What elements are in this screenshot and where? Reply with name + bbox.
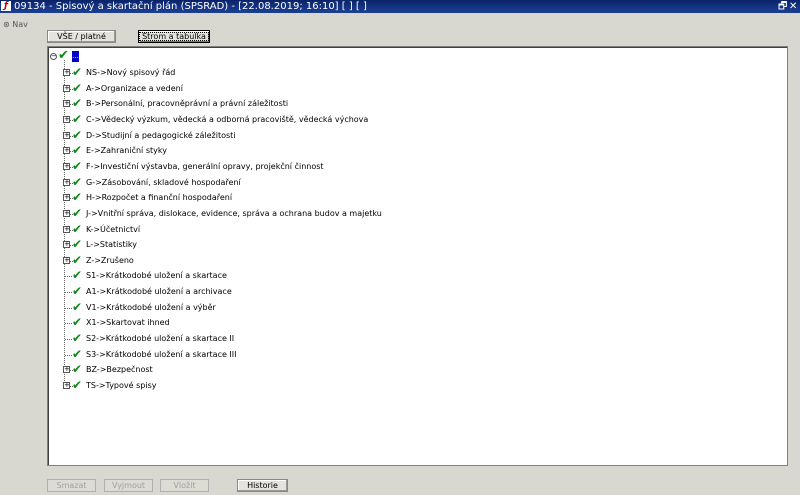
expand-icon[interactable]: +: [63, 147, 70, 155]
nav-label: Nav: [12, 20, 28, 29]
tree-branch-line: [65, 323, 72, 325]
checkmark-icon: ✔: [72, 127, 83, 142]
checkmark-icon: ✔: [72, 299, 83, 314]
paste-label: Vložit: [173, 481, 196, 490]
tree-branch-line: [65, 339, 72, 341]
delete-button[interactable]: Smazat: [47, 479, 96, 492]
checkmark-icon: ✔: [72, 284, 83, 299]
history-label: Historie: [247, 481, 278, 490]
all-valid-label: VŠE / platné: [57, 32, 106, 41]
checkmark-icon: ✔: [72, 96, 83, 111]
expand-icon[interactable]: +: [63, 225, 70, 233]
expand-icon[interactable]: +: [63, 131, 70, 139]
tree-node-label[interactable]: G->Zásobování, skladové hospodaření: [86, 177, 241, 189]
collapse-icon[interactable]: −: [50, 53, 57, 60]
tree-table-toggle-button[interactable]: Strom a tabulka: [138, 30, 210, 43]
tree-branch-line: [65, 276, 72, 278]
expand-icon[interactable]: +: [63, 366, 70, 374]
tree-node-label[interactable]: L->Statistiky: [86, 239, 137, 251]
history-button[interactable]: Historie: [237, 479, 288, 492]
tree-node-label[interactable]: H->Rozpočet a finanční hospodaření: [86, 192, 232, 204]
all-valid-toggle-button[interactable]: VŠE / platné: [47, 30, 116, 43]
checkmark-icon: ✔: [72, 315, 83, 330]
tree-node-label[interactable]: Z->Zrušeno: [86, 255, 134, 267]
checkmark-icon: ✔: [72, 268, 83, 283]
app-logo-icon: ƒ: [1, 1, 11, 11]
close-icon[interactable]: ✕: [789, 0, 797, 13]
tree-node-label[interactable]: TS->Typové spisy: [86, 380, 156, 392]
restore-icon[interactable]: 🗗: [778, 0, 787, 13]
checkmark-icon: ✔: [72, 80, 83, 95]
checkmark-icon: ✔: [72, 158, 83, 173]
expand-icon[interactable]: +: [63, 100, 70, 108]
tree-node-label[interactable]: BZ->Bezpečnost: [86, 364, 153, 376]
checkmark-icon: ✔: [72, 362, 83, 377]
checkmark-icon: ✔: [72, 378, 83, 392]
tree-node-label[interactable]: S1->Krátkodobé uložení a skartace: [86, 270, 227, 282]
tree-root-label[interactable]: ...: [72, 51, 79, 62]
delete-label: Smazat: [56, 481, 87, 490]
tree-node-label[interactable]: S2->Krátkodobé uložení a skartace II: [86, 333, 234, 345]
window-title: 09134 - Spisový a skartační plán (SPSRAD…: [14, 1, 367, 12]
expand-icon[interactable]: +: [63, 209, 70, 217]
tree-node-label[interactable]: B->Personální, pracovněprávní a právní z…: [86, 98, 288, 110]
tree-node-label[interactable]: S3->Krátkodobé uložení a skartace III: [86, 349, 237, 361]
tree-branch-line: [65, 292, 72, 294]
nav-button[interactable]: ⊛ Nav: [3, 20, 28, 29]
expand-icon[interactable]: +: [63, 256, 70, 264]
expand-icon[interactable]: +: [63, 178, 70, 186]
checkmark-icon: ✔: [72, 252, 83, 267]
checkmark-icon: ✔: [72, 111, 83, 126]
checkmark-icon: ✔: [72, 174, 83, 189]
tree-node-label[interactable]: J->Vnitřní správa, dislokace, evidence, …: [86, 208, 382, 220]
paste-button[interactable]: Vložit: [160, 479, 209, 492]
checkmark-icon: ✔: [72, 143, 83, 158]
tree-node-label[interactable]: V1->Krátkodobé uložení a výběr: [86, 302, 216, 314]
cut-button[interactable]: Vyjmout: [104, 479, 153, 492]
tree-node-label[interactable]: X1->Skartovat ihned: [86, 317, 170, 329]
expand-icon[interactable]: +: [63, 241, 70, 249]
tree-table-label: Strom a tabulka: [139, 32, 209, 41]
tree-node-label[interactable]: E->Zahraniční styky: [86, 145, 167, 157]
cut-label: Vyjmout: [111, 481, 146, 490]
expand-icon[interactable]: +: [63, 69, 70, 76]
nav-icon: ⊛: [3, 20, 10, 29]
tree-node-label[interactable]: K->Účetnictví: [86, 224, 140, 236]
tree-branch-line: [65, 307, 72, 309]
tree-node-label[interactable]: NS->Nový spisový řád: [86, 67, 175, 79]
tree-node-label[interactable]: C->Vědecký výzkum, vědecká a odborná pra…: [86, 114, 368, 126]
tree-node-label[interactable]: A->Organizace a vedení: [86, 83, 183, 95]
tree-node-label[interactable]: F->Investiční výstavba, generální opravy…: [86, 161, 324, 173]
expand-icon[interactable]: +: [63, 84, 70, 92]
tree-node-label[interactable]: A1->Krátkodobé uložení a archivace: [86, 286, 232, 298]
tree-connector-line: [64, 60, 65, 387]
expand-icon[interactable]: +: [63, 162, 70, 170]
checkmark-icon: ✔: [72, 221, 83, 236]
checkmark-icon: ✔: [72, 65, 83, 79]
checkmark-icon: ✔: [72, 190, 83, 205]
tree-node-label[interactable]: D->Studijní a pedagogické záležitosti: [86, 130, 236, 142]
tree-branch-line: [65, 354, 72, 356]
checkmark-icon: ✔: [72, 205, 83, 220]
expand-icon[interactable]: +: [63, 382, 70, 389]
checkmark-icon: ✔: [72, 237, 83, 252]
checkmark-icon: ✔: [72, 331, 83, 346]
title-bar: ƒ 09134 - Spisový a skartační plán (SPSR…: [0, 0, 800, 13]
expand-icon[interactable]: +: [63, 115, 70, 123]
checkmark-icon: ✔: [72, 346, 83, 361]
expand-icon[interactable]: +: [63, 194, 70, 202]
